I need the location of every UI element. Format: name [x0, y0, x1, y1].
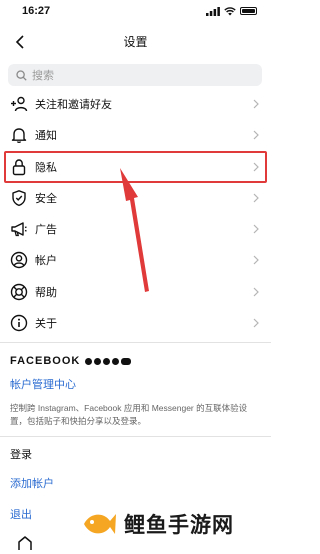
- status-time: 16:27: [22, 5, 51, 17]
- menu-item-notifications[interactable]: 通知: [0, 119, 271, 151]
- meta-app-icons: [85, 357, 132, 365]
- chevron-right-icon: [251, 254, 261, 266]
- info-icon: [10, 314, 28, 332]
- whatsapp-app-icon: [112, 357, 120, 365]
- signal-icon: [206, 6, 220, 16]
- shield-icon: [10, 189, 28, 207]
- chevron-right-icon: [251, 223, 261, 235]
- logout-link[interactable]: 退出: [10, 506, 32, 522]
- menu-item-about[interactable]: 关于: [0, 307, 271, 339]
- facebook-brand: FACEBOOK: [10, 355, 132, 367]
- chevron-right-icon: [251, 317, 261, 329]
- lifebuoy-icon: [10, 283, 28, 301]
- bell-icon: [10, 126, 28, 144]
- chevron-right-icon: [251, 98, 261, 110]
- menu-item-label: 广告: [35, 224, 57, 236]
- search-placeholder: 搜索: [32, 70, 54, 82]
- menu-item-security[interactable]: 安全: [0, 182, 271, 214]
- account-icon: [10, 251, 28, 269]
- status-icons: [206, 6, 257, 16]
- menu-item-account[interactable]: 帐户: [0, 244, 271, 276]
- divider: [0, 342, 271, 343]
- search-input[interactable]: 搜索: [8, 64, 262, 86]
- search-icon: [16, 69, 27, 81]
- menu-item-label: 帮助: [35, 287, 57, 299]
- chevron-right-icon: [251, 192, 261, 204]
- menu-item-label: 帐户: [35, 255, 57, 267]
- menu-item-label: 安全: [35, 193, 57, 205]
- facebook-wordmark: FACEBOOK: [10, 355, 81, 367]
- status-bar: 16:27: [0, 0, 271, 22]
- facebook-app-icon: [85, 357, 93, 365]
- portal-app-icon: [121, 357, 132, 365]
- watermark-text: 鲤鱼手游网: [124, 513, 234, 537]
- instagram-app-icon: [103, 357, 111, 365]
- page-title: 设置: [123, 35, 148, 49]
- home-icon: [18, 536, 32, 550]
- accounts-center-link[interactable]: 帐户管理中心: [10, 376, 76, 392]
- watermark: 鲤鱼手游网: [68, 498, 268, 550]
- chevron-right-icon: [251, 286, 261, 298]
- login-section-heading: 登录: [10, 449, 32, 461]
- menu-item-help[interactable]: 帮助: [0, 276, 271, 308]
- chevron-right-icon: [251, 129, 261, 141]
- add-account-link[interactable]: 添加帐户: [10, 475, 54, 491]
- battery-icon: [240, 7, 257, 15]
- menu-item-label: 关注和邀请好友: [35, 99, 112, 111]
- menu-item-label: 关于: [35, 318, 57, 330]
- messenger-app-icon: [94, 357, 102, 365]
- header: 设置: [0, 30, 271, 54]
- home-tab[interactable]: [17, 535, 33, 554]
- accounts-center-description: 控制跨 Instagram、Facebook 应用和 Messenger 的互联…: [10, 403, 248, 426]
- divider: [0, 436, 271, 437]
- fish-logo-icon: [84, 514, 116, 534]
- menu-item-ads[interactable]: 广告: [0, 213, 271, 245]
- megaphone-icon: [10, 220, 28, 238]
- add-person-icon: [10, 95, 28, 113]
- annotation-highlight-box: [4, 151, 267, 183]
- menu-item-follow-invite[interactable]: 关注和邀请好友: [0, 88, 271, 120]
- menu-item-label: 通知: [35, 130, 57, 142]
- wifi-icon: [224, 6, 236, 15]
